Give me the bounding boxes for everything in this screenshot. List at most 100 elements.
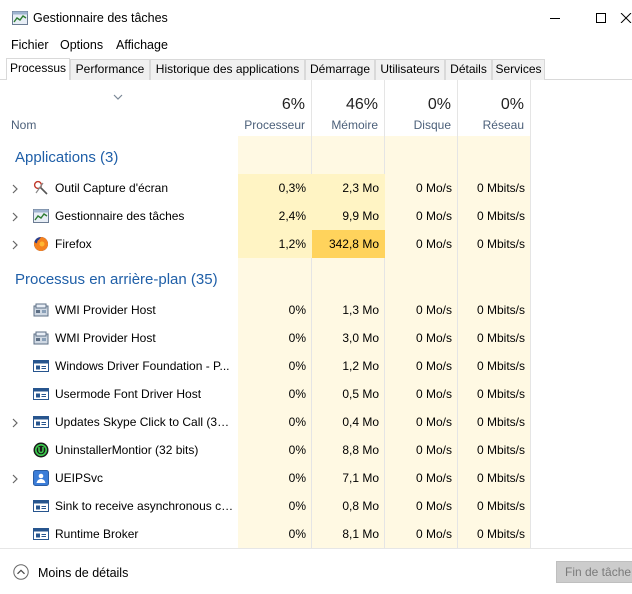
window-icon: [33, 386, 49, 402]
network-cell: 0 Mbits/s: [476, 527, 525, 541]
column-label-memory: Mémoire: [331, 118, 378, 132]
menu-fichier[interactable]: Fichier: [11, 38, 49, 52]
column-label-cpu: Processeur: [244, 118, 305, 132]
disk-cell: 0 Mo/s: [415, 209, 452, 223]
tab-services[interactable]: Services: [492, 59, 545, 80]
memory-cell: 2,3 Mo: [312, 174, 385, 202]
network-cell: 0 Mbits/s: [476, 237, 525, 251]
chevron-right-icon[interactable]: [12, 211, 18, 222]
tab-historique[interactable]: Historique des applications: [150, 59, 305, 80]
wmi-icon: [33, 330, 49, 346]
cpu-cell: 0%: [288, 359, 306, 373]
column-header-cpu[interactable]: 6% Processeur: [238, 80, 312, 136]
table-row[interactable]: Gestionnaire des tâches 2,4% 9,9 Mo 0 Mo/s 0…: [0, 202, 632, 230]
table-row[interactable]: Usermode Font Driver Host 0% 0,5 Mo 0 Mo/s 0…: [0, 380, 632, 408]
table-row[interactable]: UEIPSvc 0% 7,1 Mo 0 Mo/s 0 Mbits/s: [0, 464, 632, 492]
maximize-icon: [596, 13, 606, 23]
tab-processus[interactable]: Processus: [6, 58, 70, 81]
table-row[interactable]: Runtime Broker 0% 8,1 Mo 0 Mo/s 0 Mbits/s: [0, 520, 632, 548]
column-header-network[interactable]: 0% Réseau: [458, 80, 531, 136]
disk-total: 0%: [427, 96, 451, 113]
cpu-total: 6%: [281, 96, 305, 113]
tab-details[interactable]: Détails: [445, 59, 492, 80]
disk-cell: 0 Mo/s: [415, 303, 452, 317]
table-row[interactable]: WMI Provider Host 0% 3,0 Mo 0 Mo/s 0 Mbits/s: [0, 324, 632, 352]
tab-performance[interactable]: Performance: [70, 59, 150, 80]
chevron-right-icon[interactable]: [12, 473, 18, 484]
process-name: Usermode Font Driver Host: [55, 387, 202, 401]
window-icon: [33, 498, 49, 514]
uninstaller-icon: [33, 442, 49, 458]
maximize-button[interactable]: [578, 0, 624, 36]
menu-options[interactable]: Options: [60, 38, 103, 52]
chevron-right-icon[interactable]: [12, 417, 18, 428]
memory-total: 46%: [345, 96, 378, 113]
memory-cell: 0,5 Mo: [342, 387, 379, 401]
process-name: WMI Provider Host: [55, 331, 156, 345]
chevron-right-icon[interactable]: [12, 239, 18, 250]
network-cell: 0 Mbits/s: [476, 359, 525, 373]
window-icon: [33, 414, 49, 430]
window-icon: [33, 358, 49, 374]
network-cell: 0 Mbits/s: [476, 209, 525, 223]
column-header-memory[interactable]: 46% Mémoire: [312, 80, 385, 136]
memory-cell: 3,0 Mo: [342, 331, 379, 345]
title-bar[interactable]: Gestionnaire des tâches: [0, 0, 632, 36]
column-header-disk[interactable]: 0% Disque: [385, 80, 458, 136]
table-row[interactable]: UninstallerMontior (32 bits) 0% 8,8 Mo 0 Mo…: [0, 436, 632, 464]
tab-demarrage[interactable]: Démarrage: [305, 59, 375, 80]
disk-cell: 0 Mo/s: [415, 471, 452, 485]
network-total: 0%: [500, 96, 524, 113]
memory-cell: 342,8 Mo: [312, 230, 385, 258]
end-task-button[interactable]: Fin de tâche: [556, 561, 632, 583]
process-name: Sink to receive asynchronous ca...: [55, 499, 235, 513]
network-cell: 0 Mbits/s: [476, 443, 525, 457]
chevron-up-circle-icon[interactable]: [13, 564, 29, 580]
cpu-cell: 0%: [288, 331, 306, 345]
chevron-right-icon[interactable]: [12, 183, 18, 194]
menu-affichage[interactable]: Affichage: [116, 38, 168, 52]
disk-cell: 0 Mo/s: [415, 387, 452, 401]
column-label-name: Nom: [11, 118, 37, 132]
minimize-button[interactable]: [532, 0, 578, 36]
table-row[interactable]: Windows Driver Foundation - P... 0% 1,2 Mo…: [0, 352, 632, 380]
column-header-name[interactable]: Nom: [0, 80, 238, 136]
cpu-cell: 0%: [288, 527, 306, 541]
network-cell: 0 Mbits/s: [476, 303, 525, 317]
network-cell: 0 Mbits/s: [476, 387, 525, 401]
cpu-cell: 0%: [288, 471, 306, 485]
process-name: Windows Driver Foundation - P...: [55, 359, 230, 373]
process-name: Outil Capture d'écran: [55, 181, 169, 195]
ueip-icon: [33, 470, 49, 486]
table-row[interactable]: Sink to receive asynchronous ca... 0% 0,8 …: [0, 492, 632, 520]
memory-cell: 8,8 Mo: [342, 443, 379, 457]
window-title: Gestionnaire des tâches: [33, 11, 168, 25]
less-details-link[interactable]: Moins de détails: [38, 566, 128, 580]
disk-cell: 0 Mo/s: [415, 499, 452, 513]
column-label-network: Réseau: [482, 118, 524, 132]
snipping-tool-icon: [33, 180, 49, 196]
memory-cell: 8,1 Mo: [342, 527, 379, 541]
tab-utilisateurs[interactable]: Utilisateurs: [375, 59, 445, 80]
network-cell: 0 Mbits/s: [476, 471, 525, 485]
wmi-icon: [33, 302, 49, 318]
table-row[interactable]: Outil Capture d'écran 0,3% 2,3 Mo 0 Mo/s 0 M…: [0, 174, 632, 202]
task-manager-icon: [33, 208, 49, 224]
disk-cell: 0 Mo/s: [415, 443, 452, 457]
table-row[interactable]: WMI Provider Host 0% 1,3 Mo 0 Mo/s 0 Mbits/s: [0, 296, 632, 324]
column-label-disk: Disque: [413, 118, 451, 132]
table-row[interactable]: Updates Skype Click to Call (32 ... 0% 0,4…: [0, 408, 632, 436]
tab-strip: Processus Performance Historique des app…: [0, 58, 632, 81]
process-name: Firefox: [55, 237, 92, 251]
table-row[interactable]: Firefox 1,2% 342,8 Mo 0 Mo/s 0 Mbits/s: [0, 230, 632, 258]
network-cell: 0 Mbits/s: [476, 415, 525, 429]
memory-cell: 9,9 Mo: [312, 202, 385, 230]
process-name: Gestionnaire des tâches: [55, 209, 185, 223]
memory-cell: 1,3 Mo: [342, 303, 379, 317]
close-button[interactable]: [620, 0, 632, 36]
cpu-cell: 2,4%: [238, 202, 312, 230]
close-icon: [620, 13, 632, 23]
task-manager-icon: [12, 11, 28, 25]
disk-cell: 0 Mo/s: [415, 331, 452, 345]
process-table: Nom 6% Processeur 46% Mémoire 0% Disque …: [0, 80, 632, 548]
